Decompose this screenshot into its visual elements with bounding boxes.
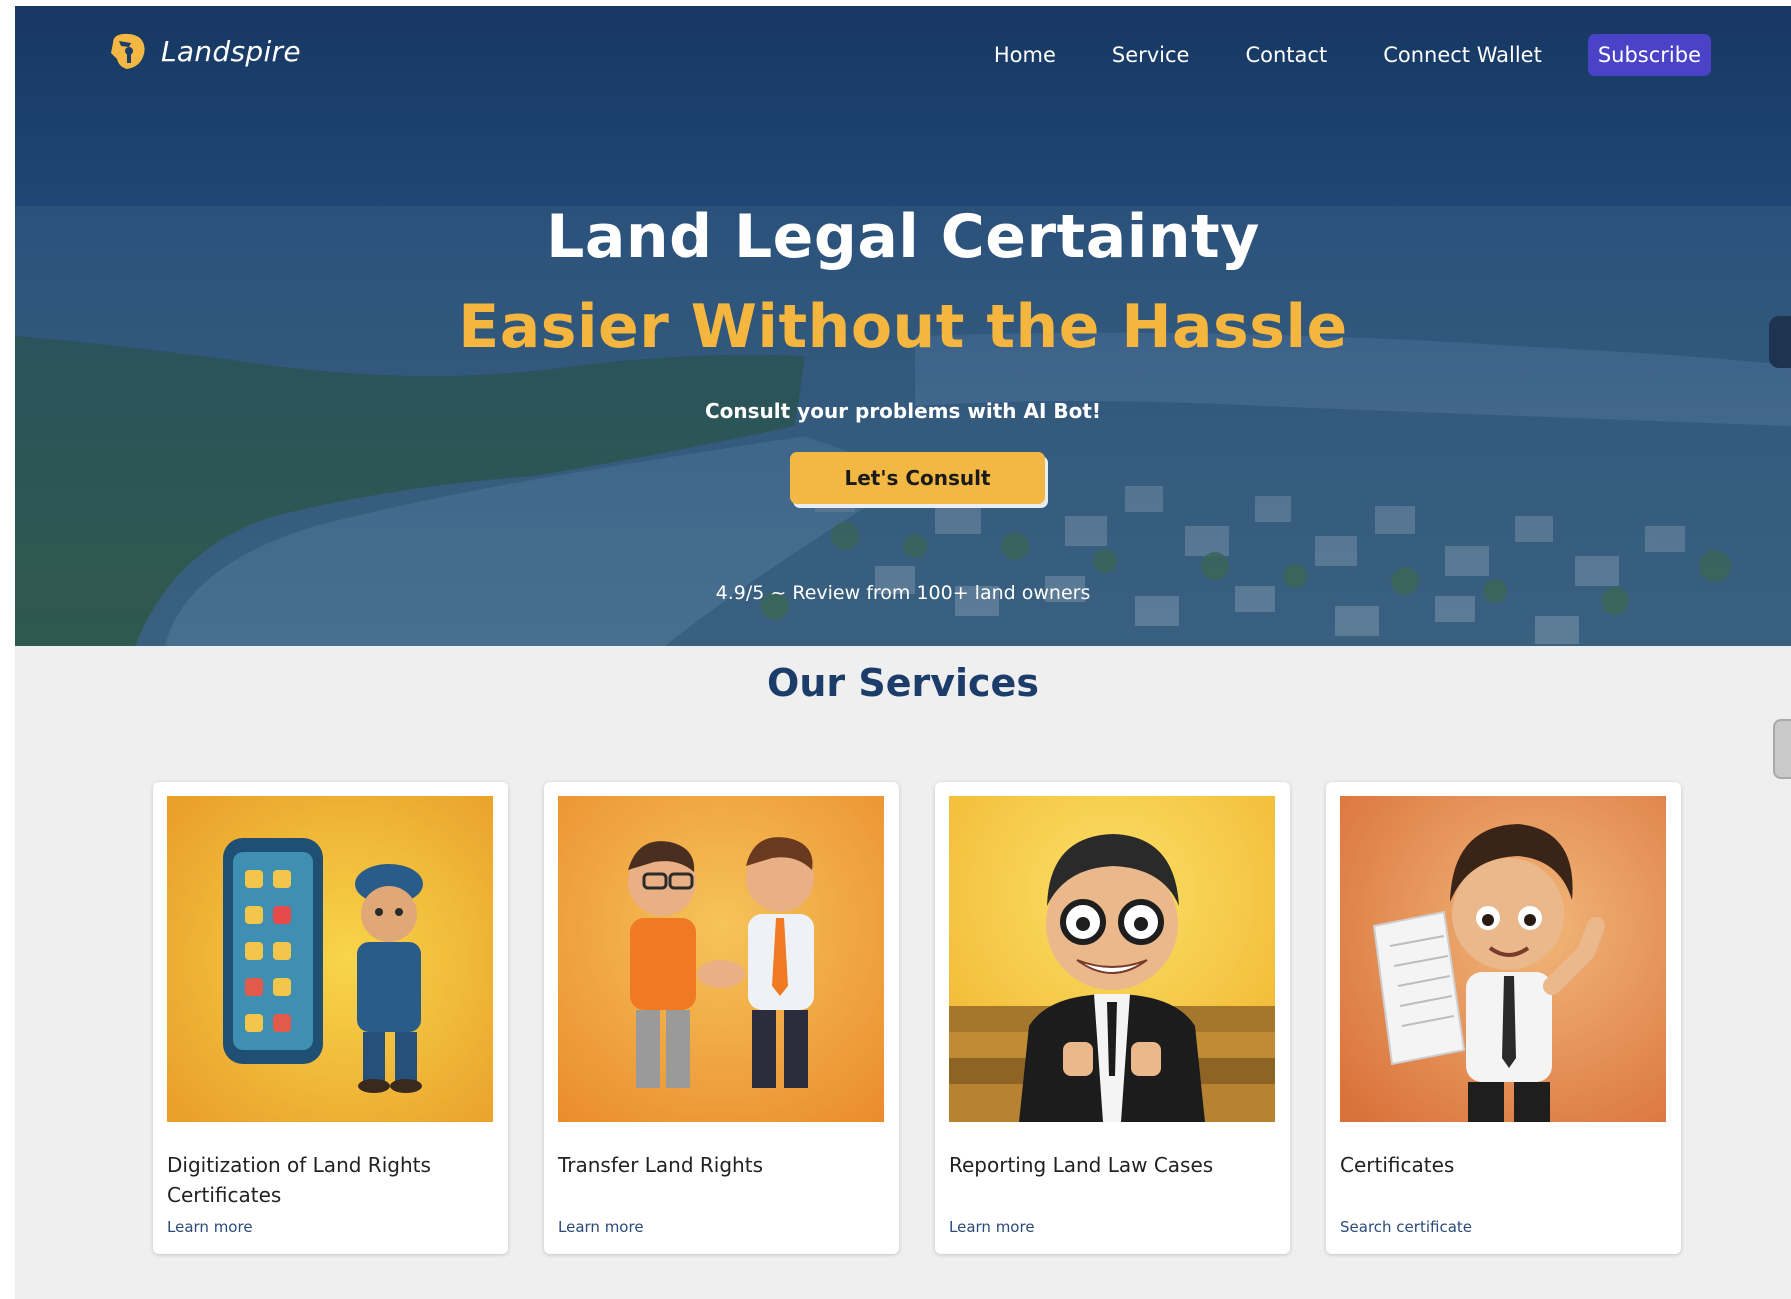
learn-more-link[interactable]: Learn more [558,1218,644,1236]
hero-section: Landspire Home Service Contact Connect W… [15,6,1791,646]
nav-contact-link[interactable]: Contact [1245,43,1327,67]
lawyer-thumbs-up-illustration [949,796,1275,1122]
nav-home-link[interactable]: Home [994,43,1056,67]
service-card-certificates[interactable]: Certificates Search certificate [1326,782,1681,1254]
hero-title: Land Legal Certainty [546,202,1260,272]
services-heading: Our Services [767,661,1039,705]
brand-logo[interactable]: Landspire [105,28,301,74]
card-title: Reporting Land Law Cases [949,1153,1214,1177]
card-title: Transfer Land Rights [558,1153,763,1177]
subscribe-button[interactable]: Subscribe [1587,34,1711,76]
side-chat-tab[interactable] [1769,316,1791,368]
card-title: Certificates [1340,1153,1455,1177]
hero-subtitle: Easier Without the Hassle [458,292,1348,362]
handshake-illustration [558,796,884,1122]
nav-service-link[interactable]: Service [1112,43,1190,67]
service-card-digitization[interactable]: Digitization of Land Rights Certificates… [153,782,508,1254]
key-shield-icon [111,33,145,69]
hero-tagline: Consult your problems with AI Bot! [704,399,1102,423]
card-title: Digitization of Land Rights Certificates [167,1153,431,1207]
landing-page: Landspire Home Service Contact Connect W… [15,6,1791,1299]
service-card-transfer[interactable]: Transfer Land Rights Learn more [544,782,899,1254]
learn-more-link[interactable]: Learn more [167,1218,253,1236]
search-certificate-link[interactable]: Search certificate [1340,1218,1472,1236]
nav-links: Home Service Contact Connect Wallet Subs… [938,34,1711,76]
nav-connect-wallet-link[interactable]: Connect Wallet [1383,43,1542,67]
learn-more-link[interactable]: Learn more [949,1218,1035,1236]
man-with-document-illustration [1340,796,1666,1122]
brand-name: Landspire [161,34,301,68]
service-card-reporting[interactable]: Reporting Land Law Cases Learn more [935,782,1290,1254]
police-phone-illustration [167,796,493,1122]
side-scroll-handle[interactable] [1773,719,1791,779]
rating-text: 4.9/5 ~ Review from 100+ land owners [715,582,1091,604]
lets-consult-button[interactable]: Let's Consult [790,452,1045,504]
top-navbar: Landspire Home Service Contact Connect W… [15,6,1791,96]
